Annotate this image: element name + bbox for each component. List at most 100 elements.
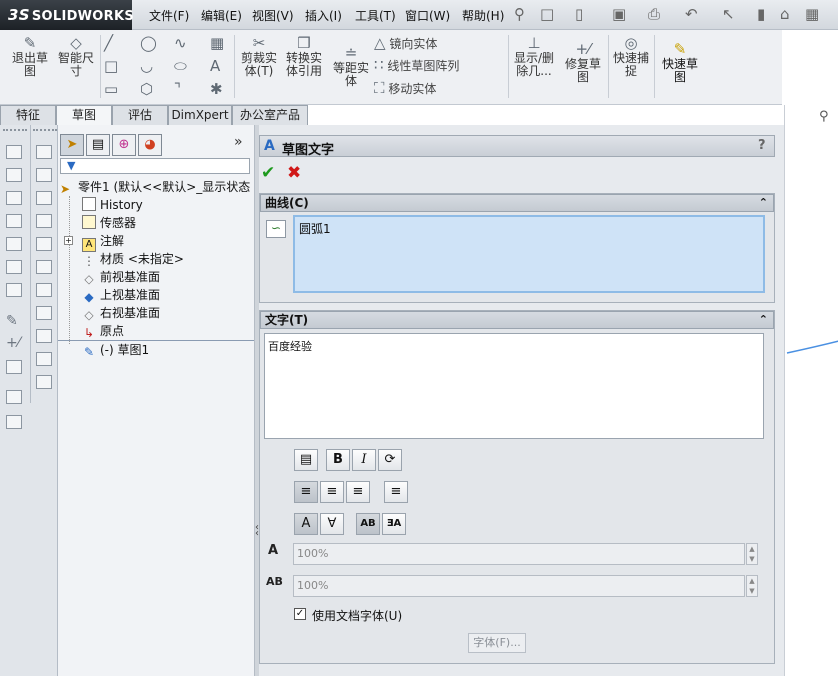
menu-view[interactable]: 视图(V) — [252, 7, 294, 24]
copy-icon[interactable] — [6, 415, 22, 429]
curve-selection-list[interactable]: 圆弧1 — [293, 215, 765, 293]
spline-icon[interactable]: ∿ — [174, 34, 187, 52]
curve-group-header[interactable]: 曲线(C) ⌃ — [260, 194, 774, 212]
rotate-button[interactable]: ⟳ — [378, 449, 402, 471]
zoom-icon[interactable]: ⚲ — [819, 109, 829, 124]
table-icon[interactable] — [36, 375, 52, 389]
mirror-text-button[interactable]: ƎA — [382, 513, 406, 535]
table-icon[interactable] — [36, 306, 52, 320]
toolbar-grip[interactable] — [3, 129, 27, 131]
width-spinner[interactable]: ▲ ▼ — [746, 543, 758, 565]
select-cursor-icon[interactable]: ↖ — [722, 5, 735, 23]
tree-item-right-plane[interactable]: ◇ 右视基准面 — [82, 304, 160, 322]
expand-chevron-icon[interactable]: » — [234, 134, 243, 150]
table-icon[interactable] — [36, 237, 52, 251]
tab-features[interactable]: 特征 — [0, 105, 56, 125]
table-icon[interactable] — [36, 168, 52, 182]
tree-filter-field[interactable]: ▼ — [60, 158, 250, 174]
tab-sketch[interactable]: 草图 — [56, 105, 112, 125]
graphics-area[interactable]: ⚲ — [784, 105, 838, 676]
tab-evaluate[interactable]: 评估 — [112, 105, 168, 125]
slot-icon[interactable]: ▭ — [104, 80, 118, 98]
table-icon[interactable] — [36, 191, 52, 205]
menu-file[interactable]: 文件(F) — [149, 7, 189, 24]
tree-root-part[interactable]: ➤ 零件1 (默认<<默认>_显示状态 — [60, 178, 250, 196]
smart-dimension-button[interactable]: ◇ 智能尺 寸 — [54, 34, 98, 78]
offset-entities-button[interactable]: ≐ 等距实 体 — [330, 44, 372, 88]
flip-vertical-button[interactable]: A — [294, 513, 318, 535]
cube-icon[interactable] — [6, 260, 22, 274]
rectangle-icon[interactable]: □ — [104, 57, 118, 75]
trim-entities-button[interactable]: ✂ 剪裁实 体(T) — [238, 34, 280, 78]
spacing-spinner[interactable]: ▲ ▼ — [746, 575, 758, 597]
text-input[interactable]: 百度经验 — [264, 333, 764, 439]
pin-icon[interactable]: ⚲ — [514, 5, 525, 23]
menu-insert[interactable]: 插入(I) — [305, 7, 342, 24]
text-icon[interactable]: A — [210, 57, 220, 75]
arc-icon[interactable]: ◡ — [140, 57, 153, 75]
flip-upside-down-button[interactable]: ∀ — [320, 513, 344, 535]
align-right-button[interactable]: ≡ — [346, 481, 370, 503]
expand-plus-icon[interactable]: + — [64, 236, 73, 245]
cube-icon[interactable] — [6, 237, 22, 251]
file-properties-icon[interactable]: ⌂ — [780, 5, 790, 23]
undo-icon[interactable]: ↶ — [685, 5, 698, 23]
table-icon[interactable] — [36, 145, 52, 159]
fillet-icon[interactable]: ⌝ — [174, 80, 181, 98]
menu-edit[interactable]: 编辑(E) — [201, 7, 242, 24]
polygon-icon[interactable]: ⬡ — [140, 80, 153, 98]
line-icon[interactable]: ╱ — [104, 34, 113, 52]
align-center-button[interactable]: ≡ — [320, 481, 344, 503]
convert-entities-button[interactable]: ❒ 转换实 体引用 — [283, 34, 325, 78]
tree-item-front-plane[interactable]: ◇ 前视基准面 — [82, 268, 160, 286]
tab-dimxpert[interactable]: DimXpert — [168, 105, 232, 125]
justify-button[interactable]: ≡ — [384, 481, 408, 503]
display-manager-icon[interactable]: ◕ — [138, 134, 162, 156]
align-left-button[interactable]: ≡ — [294, 481, 318, 503]
cancel-x-icon[interactable]: ✖ — [287, 163, 301, 183]
table-icon[interactable] — [36, 283, 52, 297]
cube-icon[interactable] — [6, 191, 22, 205]
font-button[interactable]: 字体(F)... — [468, 633, 526, 653]
collapse-chevron-icon[interactable]: ⌃ — [759, 312, 768, 328]
display-delete-relations-button[interactable]: ⊥ 显示/删 除几... — [512, 34, 556, 78]
quick-snaps-button[interactable]: ◎ 快速捕 捉 — [611, 34, 651, 78]
tree-item-sensors[interactable]: 传感器 — [82, 214, 136, 232]
menu-window[interactable]: 窗口(W) — [405, 7, 450, 24]
print-icon[interactable]: ⎙ — [648, 5, 660, 23]
cube-icon[interactable] — [6, 168, 22, 182]
move-entities-button[interactable]: ⛶ 移动实体 — [374, 79, 436, 97]
repair-sketch-button[interactable]: +⁄ 修复草 图 — [562, 40, 604, 84]
tree-item-top-plane[interactable]: ◆ 上视基准面 — [82, 286, 160, 304]
ellipse-icon[interactable]: ⬭ — [174, 57, 187, 75]
feature-tree-icon[interactable]: ➤ — [60, 134, 84, 156]
tree-item-origin[interactable]: ↳ 原点 — [82, 322, 124, 340]
table-icon[interactable] — [36, 352, 52, 366]
property-manager-icon[interactable]: ▤ — [86, 134, 110, 156]
use-document-font-checkbox[interactable]: ✓ — [294, 608, 306, 620]
tree-item-history[interactable]: History — [82, 196, 143, 214]
cube-icon[interactable] — [6, 145, 22, 159]
copy-icon[interactable] — [6, 390, 22, 404]
new-document-icon[interactable]: □ — [540, 5, 554, 23]
tab-office-products[interactable]: 办公室产品 — [232, 105, 308, 125]
table-icon[interactable] — [36, 260, 52, 274]
flip-horizontal-button[interactable]: AB — [356, 513, 380, 535]
text-group-header[interactable]: 文字(T) ⌃ — [260, 311, 774, 329]
sketch-pen-icon[interactable]: ✎ — [6, 313, 18, 329]
curve-list-item[interactable]: 圆弧1 — [299, 220, 331, 237]
menu-tools[interactable]: 工具(T) — [355, 7, 396, 24]
circle-icon[interactable]: ◯ — [140, 34, 157, 52]
collapse-chevron-icon[interactable]: ⌃ — [759, 195, 768, 211]
rebuild-icon[interactable]: ▮ — [757, 5, 765, 23]
repair-icon[interactable]: +⁄ — [6, 335, 20, 351]
italic-button[interactable]: I — [352, 449, 376, 471]
tree-item-annotations[interactable]: A 注解 — [82, 232, 124, 252]
menu-help[interactable]: 帮助(H) — [462, 7, 504, 24]
grid-icon[interactable]: ▦ — [210, 34, 224, 52]
rapid-sketch-button[interactable]: ✎ 快速草 图 — [658, 40, 702, 84]
save-icon[interactable]: ▣ — [612, 5, 626, 23]
linear-pattern-button[interactable]: ∷ 线性草图阵列 — [374, 56, 459, 74]
width-factor-field[interactable]: 100% — [293, 543, 745, 565]
toolbar-grip[interactable] — [33, 129, 57, 131]
